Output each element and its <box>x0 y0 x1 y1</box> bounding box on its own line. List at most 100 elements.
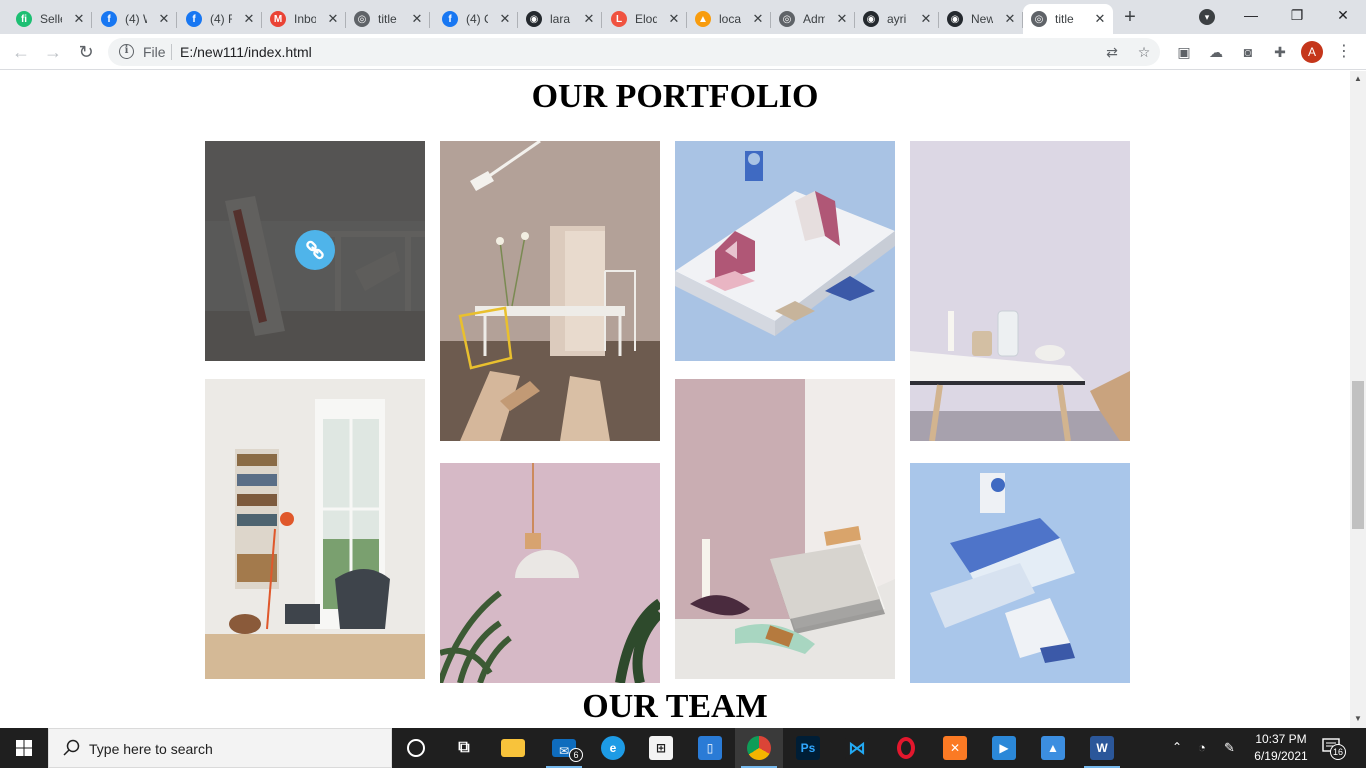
dev-app-button[interactable]: ▯ <box>686 728 734 768</box>
browser-tab[interactable]: f (4) C ✕ <box>434 4 518 34</box>
tab-title: (4) W <box>125 12 147 26</box>
tab-search-icon[interactable]: ▾ <box>1199 9 1215 25</box>
reload-button[interactable]: ↻ <box>75 41 97 63</box>
cortana-button[interactable] <box>392 728 440 768</box>
portfolio-item-lilac-table[interactable] <box>910 141 1130 441</box>
close-tab-icon[interactable]: ✕ <box>242 12 256 26</box>
browser-tab[interactable]: ◎ title ✕ <box>1023 4 1113 34</box>
taskbar-search[interactable]: Type here to search <box>48 728 392 768</box>
menu-dots-icon[interactable]: ⋮ <box>1336 41 1352 63</box>
task-view-button[interactable]: ⧉ <box>440 728 488 768</box>
system-clock[interactable]: 10:37 PM 6/19/2021 <box>1246 731 1316 765</box>
paper-houses-image <box>675 141 895 361</box>
opera-button[interactable] <box>882 728 930 768</box>
portfolio-item-paper-houses[interactable] <box>675 141 895 361</box>
page-viewport: OUR PORTFOLIO OUR TEAM <box>0 71 1350 728</box>
dev-app-icon: ▯ <box>698 736 722 760</box>
globe-icon: ◎ <box>354 11 370 27</box>
vscode-button[interactable]: ⋈ <box>833 728 881 768</box>
opera-icon <box>897 737 915 759</box>
translate-icon[interactable]: ⇄ <box>1104 44 1120 60</box>
link-button[interactable] <box>295 230 335 270</box>
browser-tab[interactable]: fi Seller ✕ <box>8 4 92 34</box>
file-explorer-button[interactable] <box>489 728 537 768</box>
media-player-icon: ▶ <box>992 736 1016 760</box>
facebook-icon: f <box>186 11 202 27</box>
browser-tab[interactable]: M Inbox ✕ <box>262 4 346 34</box>
word-button[interactable]: W <box>1078 728 1126 768</box>
action-center-button[interactable]: 16 <box>1322 738 1346 760</box>
tab-title: ayri <box>887 12 907 26</box>
forward-button[interactable]: → <box>42 41 64 63</box>
close-tab-icon[interactable]: ✕ <box>1003 12 1017 26</box>
scroll-up-icon[interactable]: ▲ <box>1352 73 1364 85</box>
portfolio-item-blue-objects[interactable] <box>910 463 1130 683</box>
browser-tab[interactable]: L Eloq ✕ <box>603 4 687 34</box>
photoshop-button[interactable]: Ps <box>784 728 832 768</box>
info-icon[interactable]: i <box>119 44 134 59</box>
bookmark-star-icon[interactable]: ☆ <box>1136 44 1152 60</box>
portfolio-item-plywood-studio[interactable] <box>440 141 660 441</box>
browser-tab[interactable]: f (4) F ✕ <box>178 4 262 34</box>
browser-tab[interactable]: ◉ New ✕ <box>939 4 1023 34</box>
new-tab-button[interactable]: + <box>1119 6 1141 28</box>
close-tab-icon[interactable]: ✕ <box>1093 12 1107 26</box>
scroll-down-icon[interactable]: ▼ <box>1352 713 1364 725</box>
show-hidden-icons-chevron-icon[interactable]: ⌃ <box>1172 740 1188 780</box>
minimize-button[interactable]: — <box>1228 4 1274 26</box>
browser-tab[interactable]: ◉ lara ✕ <box>518 4 602 34</box>
clock-date: 6/19/2021 <box>1254 749 1308 763</box>
photos-icon: ▲ <box>1041 736 1065 760</box>
globe-icon: ◎ <box>1031 11 1047 27</box>
chrome-button[interactable] <box>735 728 783 768</box>
address-bar[interactable]: i File E:/new111/index.html ⇄ ☆ <box>108 38 1160 66</box>
close-tab-icon[interactable]: ✕ <box>835 12 849 26</box>
phpmyadmin-icon: ▲ <box>695 11 711 27</box>
close-tab-icon[interactable]: ✕ <box>751 12 765 26</box>
portfolio-item-candle-books[interactable] <box>675 379 895 679</box>
media-player-button[interactable]: ▶ <box>980 728 1028 768</box>
notification-count-badge: 16 <box>1330 744 1346 760</box>
pen-icon[interactable]: ✎ <box>1224 740 1242 780</box>
puzzle-extensions-icon[interactable]: ✚ <box>1271 43 1289 61</box>
clock-time: 10:37 PM <box>1255 732 1307 746</box>
portfolio-item-bookshelf[interactable] <box>205 141 425 361</box>
browser-tab[interactable]: f (4) W ✕ <box>93 4 177 34</box>
edge-button[interactable]: e <box>589 728 637 768</box>
browser-tab[interactable]: ◎ Adm ✕ <box>771 4 855 34</box>
close-tab-icon[interactable]: ✕ <box>72 12 86 26</box>
browser-tab[interactable]: ◉ ayri ✕ <box>855 4 939 34</box>
close-tab-icon[interactable]: ✕ <box>582 12 596 26</box>
close-tab-icon[interactable]: ✕ <box>410 12 424 26</box>
edge-icon: e <box>601 736 625 760</box>
portfolio-item-pendant-lamp[interactable] <box>440 463 660 683</box>
close-tab-icon[interactable]: ✕ <box>667 12 681 26</box>
browser-tab[interactable]: ◎ title ✕ <box>346 4 430 34</box>
xampp-button[interactable]: ✕ <box>931 728 979 768</box>
mail-button[interactable]: ✉ 6 <box>540 728 588 768</box>
maximize-button[interactable]: ❐ <box>1274 4 1320 26</box>
close-tab-icon[interactable]: ✕ <box>326 12 340 26</box>
scrollbar-thumb[interactable] <box>1352 381 1364 529</box>
tab-title: lara <box>550 12 571 26</box>
close-tab-icon[interactable]: ✕ <box>919 12 933 26</box>
xampp-icon: ✕ <box>943 736 967 760</box>
browser-toolbar: ← → ↻ i File E:/new111/index.html ⇄ ☆ ▣ … <box>0 34 1366 70</box>
back-button[interactable]: ← <box>10 41 32 63</box>
extension-cloud-icon[interactable]: ☁ <box>1207 43 1225 61</box>
windows-logo-icon <box>16 740 32 756</box>
pdf-extension-icon[interactable]: ▣ <box>1175 43 1193 61</box>
tab-separator <box>91 12 92 28</box>
profile-avatar[interactable]: A <box>1301 41 1323 63</box>
close-tab-icon[interactable]: ✕ <box>157 12 171 26</box>
portfolio-item-living-room[interactable] <box>205 379 425 679</box>
close-window-button[interactable]: ✕ <box>1320 4 1366 26</box>
store-button[interactable]: ⊞ <box>637 728 685 768</box>
camera-extension-icon[interactable]: ◙ <box>1239 43 1257 61</box>
photos-button[interactable]: ▲ <box>1029 728 1077 768</box>
url-text[interactable]: E:/new111/index.html <box>180 44 312 60</box>
start-button[interactable] <box>0 728 48 768</box>
close-tab-icon[interactable]: ✕ <box>498 12 512 26</box>
browser-tab[interactable]: ▲ loca ✕ <box>687 4 771 34</box>
wifi-icon[interactable]: ◔ <box>1198 740 1216 780</box>
